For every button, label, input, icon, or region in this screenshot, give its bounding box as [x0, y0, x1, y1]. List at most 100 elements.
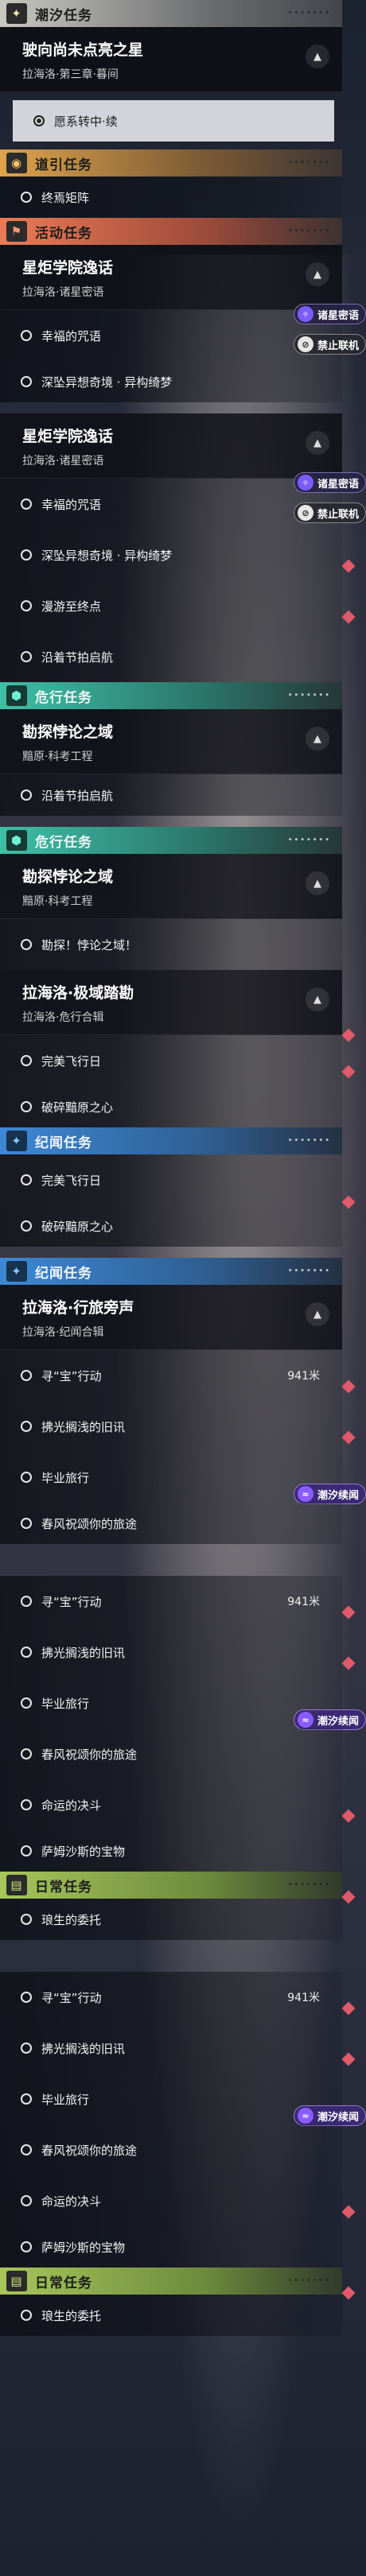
- quest-item[interactable]: 命运的决斗: [0, 1779, 356, 1830]
- quest-card[interactable]: 星炬学院逸话 拉海洛·诸星密语 ▲: [0, 413, 342, 479]
- quest-card[interactable]: 星炬学院逸话 拉海洛·诸星密语 ▲: [0, 245, 342, 310]
- star-icon: ✦: [6, 1131, 27, 1151]
- quest-subtitle: 黯原·科考工程: [22, 895, 93, 908]
- quest-item[interactable]: 命运的决斗: [0, 2175, 356, 2226]
- radio-icon: [21, 376, 32, 387]
- event-badge: ✧ 诸星密语: [293, 304, 366, 324]
- quest-item-active[interactable]: 愿系转中·续: [13, 100, 334, 142]
- crown-icon: ✦: [6, 3, 27, 24]
- quest-item[interactable]: 终焉矩阵: [0, 177, 342, 218]
- quest-title: 星炬学院逸话: [22, 428, 114, 445]
- section-header-tide[interactable]: ✦ 潮汐任务 •••••••: [0, 0, 342, 27]
- radio-icon: [21, 1055, 32, 1066]
- quest-title: 勘探悖论之域: [22, 724, 114, 741]
- calendar-icon: ▤: [6, 2271, 27, 2291]
- quest-subtitle: 拉海洛·第三章·暮间: [22, 68, 119, 81]
- section-header-danger[interactable]: ⬢ 危行任务 •••••••: [0, 682, 342, 709]
- quest-item-label: 破碎黯原之心: [41, 1100, 114, 1115]
- radio-icon: [21, 939, 32, 950]
- section-header-saga[interactable]: ✦ 纪闻任务 •••••••: [0, 1258, 342, 1285]
- section-header-event[interactable]: ⚑ 活动任务 •••••••: [0, 218, 342, 245]
- section-label: 日常任务: [35, 2275, 92, 2291]
- quest-item[interactable]: 寻“宝”行动 941米: [0, 1576, 356, 1627]
- quest-item[interactable]: 琅生的委托: [0, 2286, 356, 2336]
- no-multiplayer-icon: ⊘: [297, 505, 313, 521]
- quest-item[interactable]: 完美飞行日: [0, 1028, 356, 1086]
- no-coop-badge: ⊘ 禁止联机: [293, 334, 366, 355]
- quest-item[interactable]: 破碎黯原之心: [0, 1086, 342, 1127]
- quest-item[interactable]: 幸福的咒语 ✧ 诸星密语 ⊘ 禁止联机: [0, 472, 366, 530]
- quest-item[interactable]: 漫游至终点: [0, 580, 356, 631]
- chevron-up-icon[interactable]: ▲: [306, 871, 329, 895]
- quest-card[interactable]: 勘探悖论之域 黯原·科考工程 ▲: [0, 709, 342, 774]
- radio-icon: [21, 1647, 32, 1658]
- no-multiplayer-icon: ⊘: [297, 336, 313, 352]
- decor-dots: •••••••: [287, 692, 331, 700]
- quest-item-label: 幸福的咒语: [41, 497, 102, 512]
- quest-item-label: 漫游至终点: [41, 599, 102, 614]
- chevron-up-icon[interactable]: ▲: [306, 45, 329, 68]
- quest-item[interactable]: 深坠异想奇境 · 异构绮梦: [0, 361, 342, 402]
- quest-item[interactable]: 完美飞行日: [0, 1154, 342, 1205]
- quest-item[interactable]: 萨姆沙斯的宝物: [0, 2226, 342, 2268]
- radio-icon: [21, 2195, 32, 2206]
- quest-item[interactable]: 春风祝颂你的旅途: [0, 2124, 342, 2175]
- decor-dots: •••••••: [287, 227, 331, 235]
- section-header-saga[interactable]: ✦ 纪闻任务 •••••••: [0, 1127, 342, 1154]
- tide-sequel-badge: ≈ 潮汐续闻: [293, 1484, 366, 1504]
- chevron-up-icon[interactable]: ▲: [306, 431, 329, 455]
- quest-card[interactable]: 驶向尚未点亮之星 拉海洛·第三章·暮间 ▲: [0, 27, 342, 92]
- quest-item[interactable]: 勘探！悖论之域！: [0, 919, 342, 970]
- quest-item-label: 拂光搁浅的旧讯: [41, 1645, 126, 1660]
- decor-dots: •••••••: [287, 836, 331, 844]
- marker-diamond-icon: [341, 1430, 356, 1445]
- quest-item[interactable]: 拂光搁浅的旧讯: [0, 2023, 356, 2074]
- quest-card[interactable]: 勘探悖论之域 黯原·科考工程 ▲: [0, 854, 342, 919]
- quest-item[interactable]: 拂光搁浅的旧讯: [0, 1627, 356, 1678]
- quest-item[interactable]: 寻“宝”行动 941米: [0, 1972, 356, 2023]
- quest-item[interactable]: 萨姆沙斯的宝物: [0, 1830, 342, 1872]
- radio-icon: [21, 1845, 32, 1856]
- decor-dots: •••••••: [287, 10, 331, 17]
- distance-label: 941米: [287, 1370, 320, 1383]
- quest-item[interactable]: 春风祝颂你的旅途: [0, 1503, 342, 1544]
- chevron-up-icon[interactable]: ▲: [306, 987, 329, 1011]
- section-header-daily[interactable]: ▤ 日常任务 •••••••: [0, 1872, 342, 1899]
- section-label: 纪闻任务: [35, 1135, 92, 1151]
- chevron-up-icon[interactable]: ▲: [306, 727, 329, 751]
- quest-item[interactable]: 毕业旅行 ≈ 潮汐续闻: [0, 1452, 366, 1504]
- radio-icon: [21, 1748, 32, 1759]
- quest-item[interactable]: 毕业旅行 ≈ 潮汐续闻: [0, 1678, 366, 1730]
- radio-icon: [21, 2043, 32, 2054]
- quest-item[interactable]: 沿着节拍启航: [0, 774, 342, 816]
- quest-item[interactable]: 春风祝颂你的旅途: [0, 1728, 342, 1779]
- quest-card[interactable]: 拉海洛·行旅旁声 拉海洛·纪闻合辑 ▲: [0, 1285, 342, 1350]
- section-label: 潮汐任务: [35, 7, 92, 24]
- quest-item[interactable]: 沿着节拍启航: [0, 631, 342, 682]
- quest-item[interactable]: 拂光搁浅的旧讯: [0, 1401, 356, 1452]
- chevron-up-icon[interactable]: ▲: [306, 1302, 329, 1326]
- marker-diamond-icon: [341, 2052, 356, 2066]
- quest-item[interactable]: 琅生的委托: [0, 1890, 356, 1940]
- quest-item-label: 毕业旅行: [41, 1470, 90, 1485]
- decor-dots: •••••••: [287, 2277, 331, 2285]
- radio-icon: [21, 1518, 32, 1529]
- section-header-guide[interactable]: ◉ 道引任务 •••••••: [0, 149, 342, 177]
- section-header-danger[interactable]: ⬢ 危行任务 •••••••: [0, 827, 342, 854]
- marker-diamond-icon: [341, 1890, 356, 1904]
- radio-icon: [21, 1101, 32, 1112]
- shield-icon: ⬢: [6, 685, 27, 706]
- quest-item[interactable]: 深坠异想奇境 · 异构绮梦: [0, 530, 356, 580]
- quest-item[interactable]: 寻“宝”行动 941米: [0, 1350, 356, 1401]
- marker-diamond-icon: [341, 1379, 356, 1394]
- quest-item[interactable]: 毕业旅行 ≈ 潮汐续闻: [0, 2074, 366, 2126]
- quest-item[interactable]: 幸福的咒语 ✧ 诸星密语 ⊘ 禁止联机: [0, 304, 366, 361]
- quest-item[interactable]: 破碎黯原之心: [0, 1195, 356, 1247]
- chevron-up-icon[interactable]: ▲: [306, 262, 329, 286]
- quest-title: 拉海洛·行旅旁声: [22, 1299, 134, 1317]
- section-header-daily[interactable]: ▤ 日常任务 •••••••: [0, 2268, 342, 2295]
- quest-item-label: 寻“宝”行动: [41, 1594, 102, 1609]
- quest-item-label: 命运的决斗: [41, 1798, 102, 1813]
- quest-card[interactable]: 拉海洛·极域踏勘 拉海洛·危行合辑 ▲: [0, 970, 342, 1035]
